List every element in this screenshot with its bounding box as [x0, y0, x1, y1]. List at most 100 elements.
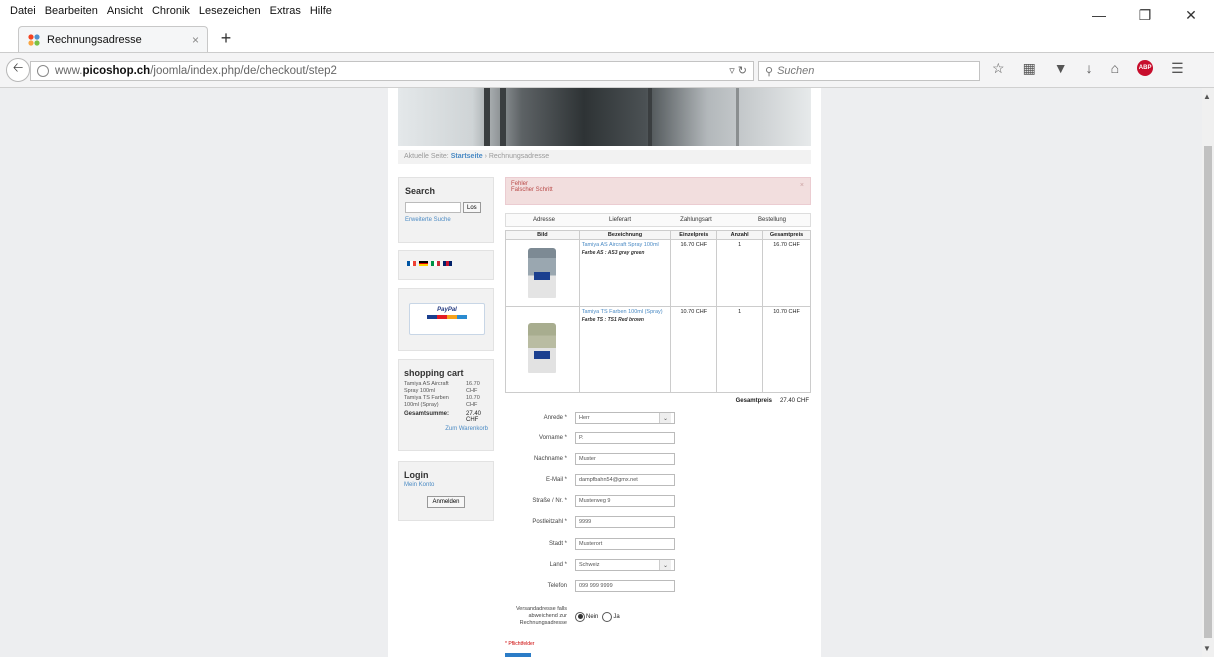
chevron-down-icon: ⌄: [659, 560, 671, 570]
paypal-logo[interactable]: PayPal: [409, 303, 485, 335]
scroll-down-icon[interactable]: ▼: [1203, 644, 1211, 653]
dropdown-icon[interactable]: ▿: [729, 65, 735, 77]
shipping-address-row: Versandadresse falls abweichend zur Rech…: [515, 606, 620, 626]
search-go-button[interactable]: Los: [463, 202, 481, 213]
adblock-icon[interactable]: ABP: [1137, 60, 1154, 76]
search-bar[interactable]: ⚲ Suchen: [758, 61, 980, 81]
nachname-input[interactable]: [575, 453, 675, 465]
anrede-select[interactable]: Herr ⌄: [575, 412, 675, 424]
vorname-input[interactable]: [575, 432, 675, 444]
nachname-row: Nachname *: [505, 452, 811, 466]
home-icon[interactable]: ⌂: [1111, 60, 1119, 77]
table-row: Tamiya AS Aircraft Spray 100ml Farbe AS …: [505, 239, 811, 307]
strasse-input[interactable]: [575, 495, 675, 507]
shipping-no-radio[interactable]: [575, 611, 585, 622]
shop-page: Aktuelle Seite: Startseite › Rechnungsad…: [388, 88, 821, 657]
page-scrollbar[interactable]: ▲ ▼: [1202, 88, 1214, 657]
menu-lesezeichen[interactable]: Lesezeichen: [199, 5, 261, 17]
telefon-row: Telefon: [505, 579, 811, 593]
scroll-thumb[interactable]: [1204, 146, 1212, 638]
breadcrumb-label: Aktuelle Seite:: [404, 153, 449, 160]
checkout-steps: Adresse Lieferart Zahlungsart Bestellung: [505, 213, 811, 227]
step-adresse[interactable]: Adresse: [506, 214, 582, 226]
product-image-as3[interactable]: [528, 248, 557, 298]
table-header-row: Bild Bezeichnung Einzelpreis Anzahl Gesa…: [505, 230, 811, 240]
required-note: * Pflichtfelder: [505, 641, 535, 647]
bookmark-star-icon[interactable]: ☆: [992, 60, 1005, 77]
alert-message: Falscher Schritt: [511, 187, 553, 193]
email-row: E-Mail *: [505, 473, 811, 487]
reload-icon[interactable]: ↻: [738, 65, 747, 77]
search-module-title: Search: [405, 186, 436, 196]
breadcrumb-current: Rechnungsadresse: [488, 153, 550, 160]
telefon-input[interactable]: [575, 580, 675, 592]
login-button[interactable]: Anmelden: [427, 496, 465, 508]
tab-title: Rechnungsadresse: [47, 33, 142, 46]
email-input[interactable]: [575, 474, 675, 486]
menu-datei[interactable]: Datei: [10, 5, 36, 17]
cart-module: shopping cart Tamiya AS Aircraft Spray 1…: [398, 359, 494, 451]
chevron-down-icon: ⌄: [659, 413, 671, 423]
flag-fr-icon[interactable]: [407, 261, 416, 266]
search-icon: ⚲: [765, 65, 774, 78]
breadcrumb-home[interactable]: Startseite: [451, 153, 483, 160]
step-lieferart[interactable]: Lieferart: [582, 214, 658, 226]
table-row: Tamiya TS Farben 100ml (Spray) Farbe TS …: [505, 306, 811, 393]
url-prefix: www.: [55, 65, 83, 77]
advanced-search-link[interactable]: Erweiterte Suche: [405, 217, 487, 223]
hamburger-menu-icon[interactable]: ☰: [1171, 60, 1184, 77]
tab-close-icon[interactable]: ×: [192, 33, 199, 47]
my-account-link[interactable]: Mein Konto: [404, 482, 488, 488]
land-select[interactable]: Schweiz ⌄: [575, 559, 675, 571]
scroll-up-icon[interactable]: ▲: [1203, 92, 1211, 101]
header-banner: [398, 88, 811, 146]
breadcrumb: Aktuelle Seite: Startseite › Rechnungsad…: [398, 150, 811, 164]
cart-item: Tamiya AS Aircraft Spray 100ml 16.70 CHF: [404, 381, 480, 394]
land-row: Land * Schweiz ⌄: [505, 558, 811, 572]
flag-it-icon[interactable]: [431, 261, 440, 266]
menu-ansicht[interactable]: Ansicht: [107, 5, 143, 17]
menu-bearbeiten[interactable]: Bearbeiten: [45, 5, 98, 17]
tab-rechnungsadresse[interactable]: Rechnungsadresse ×: [18, 26, 208, 52]
step-bestellung[interactable]: Bestellung: [734, 214, 810, 226]
order-items-table: Bild Bezeichnung Einzelpreis Anzahl Gesa…: [505, 230, 811, 393]
product-link[interactable]: Tamiya AS Aircraft Spray 100ml: [582, 242, 669, 248]
language-module: [398, 250, 494, 280]
alert-close-icon[interactable]: ×: [800, 182, 804, 189]
menu-extras[interactable]: Extras: [270, 5, 301, 17]
url-path: /joomla/index.php/de/checkout/step2: [150, 65, 337, 77]
menu-chronik[interactable]: Chronik: [152, 5, 190, 17]
nav-bar: 🡠 www. picoshop.ch/joomla/index.php/de/ch…: [0, 52, 1214, 88]
globe-icon: [37, 65, 49, 77]
cart-total: Gesamtsumme: 27.40 CHF: [404, 411, 482, 423]
grand-total: Gesamtpreis 27.40 CHF: [735, 398, 809, 404]
pocket-icon[interactable]: ▼: [1054, 60, 1068, 77]
strasse-row: Straße / Nr. *: [505, 494, 811, 508]
shipping-yes-radio[interactable]: [602, 611, 613, 622]
stadt-input[interactable]: [575, 538, 675, 550]
reading-list-icon[interactable]: ▦: [1023, 60, 1036, 77]
login-title: Login: [404, 470, 429, 480]
vorname-row: Vorname *: [505, 431, 811, 445]
new-tab-icon[interactable]: +: [216, 28, 236, 48]
url-bar[interactable]: www. picoshop.ch/joomla/index.php/de/chec…: [30, 61, 754, 81]
stadt-row: Stadt *: [505, 537, 811, 551]
flag-de-icon[interactable]: [419, 261, 428, 267]
cart-title: shopping cart: [404, 368, 464, 378]
product-link[interactable]: Tamiya TS Farben 100ml (Spray): [582, 309, 669, 315]
product-image-ts1[interactable]: [528, 323, 557, 373]
view-cart-link[interactable]: Zum Warenkorb: [404, 426, 488, 432]
joomla-icon: [27, 33, 41, 47]
search-placeholder: Suchen: [777, 65, 815, 77]
download-icon[interactable]: ↓: [1086, 60, 1093, 77]
submit-button[interactable]: [505, 653, 531, 657]
menu-hilfe[interactable]: Hilfe: [310, 5, 332, 17]
flag-gb-icon[interactable]: [443, 261, 452, 266]
site-search-input[interactable]: [405, 202, 461, 213]
plz-input[interactable]: [575, 516, 675, 528]
anrede-row: Anrede * Herr ⌄: [505, 411, 811, 425]
step-zahlungsart[interactable]: Zahlungsart: [658, 214, 734, 226]
paypal-module: PayPal: [398, 288, 494, 351]
plz-row: Postleitzahl *: [505, 515, 811, 529]
back-icon[interactable]: 🡠: [6, 58, 30, 82]
